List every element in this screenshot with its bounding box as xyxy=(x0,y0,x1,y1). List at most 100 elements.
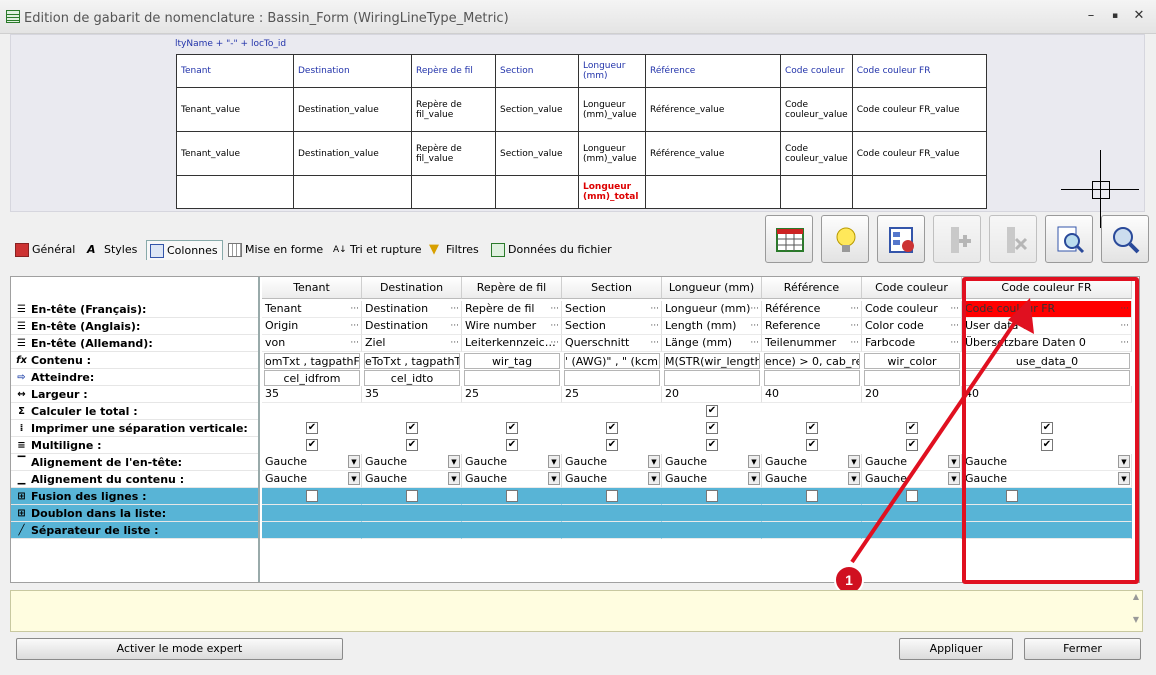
tab-styles[interactable]: A Styles xyxy=(84,240,141,260)
dropdown-align-content[interactable]: Gauche ▼ xyxy=(362,471,462,488)
preview-button[interactable] xyxy=(1045,215,1093,263)
dropdown-align-header[interactable]: Gauche ▼ xyxy=(262,454,362,471)
chevron-down-icon[interactable]: ▼ xyxy=(548,472,560,485)
dropdown-align-content[interactable]: Gauche ▼ xyxy=(662,471,762,488)
checkbox-vsep[interactable]: ✔ xyxy=(806,422,818,434)
tab-columns[interactable]: Colonnes xyxy=(146,240,223,260)
ellipsis-icon[interactable]: ··· xyxy=(450,318,459,334)
cell-header-de[interactable]: Ziel ··· xyxy=(362,335,462,352)
cell-content[interactable]: eToTxt , tagpathTo xyxy=(364,353,460,369)
checkbox-multiline[interactable]: ✔ xyxy=(806,439,818,451)
column-header[interactable]: Longueur (mm) xyxy=(662,277,762,299)
checkbox-vsep[interactable]: ✔ xyxy=(306,422,318,434)
checkbox-vsep[interactable]: ✔ xyxy=(506,422,518,434)
cell-width[interactable]: 25 xyxy=(562,386,662,403)
chevron-down-icon[interactable]: ▼ xyxy=(348,455,360,468)
ellipsis-icon[interactable]: ··· xyxy=(750,318,759,334)
cell-width[interactable]: 35 xyxy=(362,386,462,403)
dropdown-align-header[interactable]: Gauche ▼ xyxy=(662,454,762,471)
cell-content[interactable]: omTxt , tagpathFrom xyxy=(264,353,360,369)
chevron-down-icon[interactable]: ▼ xyxy=(748,472,760,485)
tab-layout[interactable]: Mise en forme xyxy=(225,240,327,260)
cell-header-de[interactable]: Länge (mm) ··· xyxy=(662,335,762,352)
cell-width[interactable]: 35 xyxy=(262,386,362,403)
checkbox-multiline[interactable]: ✔ xyxy=(406,439,418,451)
chevron-down-icon[interactable]: ▼ xyxy=(448,472,460,485)
dropdown-align-content[interactable]: Gauche ▼ xyxy=(262,471,362,488)
cell-header-en[interactable]: Origin ··· xyxy=(262,318,362,335)
cell-header-en[interactable]: Wire number ··· xyxy=(462,318,562,335)
cell-header-fr[interactable]: Longueur (mm) ··· xyxy=(662,301,762,318)
cell-content[interactable]: M(STR(wir_length, 1 xyxy=(664,353,760,369)
checkbox-multiline[interactable]: ✔ xyxy=(706,439,718,451)
chevron-down-icon[interactable]: ▼ xyxy=(348,472,360,485)
checkbox-vsep[interactable]: ✔ xyxy=(406,422,418,434)
table-view-button[interactable] xyxy=(765,215,813,263)
cell-content[interactable]: wir_tag xyxy=(464,353,560,369)
column-header[interactable]: Repère de fil xyxy=(462,277,562,299)
cell-header-de[interactable]: Querschnitt ··· xyxy=(562,335,662,352)
close-icon[interactable]: ✕ xyxy=(1130,8,1148,24)
tab-filters[interactable]: ▼ Filtres xyxy=(426,240,483,260)
cell-header-de[interactable]: Leiterkennzeic… ··· xyxy=(462,335,562,352)
cell-header-en[interactable]: Section ··· xyxy=(562,318,662,335)
tab-sort[interactable]: A↓ Tri et rupture xyxy=(330,240,426,260)
cell-width[interactable]: 25 xyxy=(462,386,562,403)
tips-button[interactable] xyxy=(821,215,869,263)
checkbox-multiline[interactable]: ✔ xyxy=(606,439,618,451)
checkbox-vsep[interactable]: ✔ xyxy=(606,422,618,434)
apply-button[interactable]: Appliquer xyxy=(899,638,1013,660)
cell-header-fr[interactable]: Tenant ··· xyxy=(262,301,362,318)
column-settings-button[interactable] xyxy=(877,215,925,263)
ellipsis-icon[interactable]: ··· xyxy=(750,301,759,317)
ellipsis-icon[interactable]: ··· xyxy=(650,301,659,317)
checkbox-multiline[interactable]: ✔ xyxy=(506,439,518,451)
zoom-button[interactable] xyxy=(1101,215,1149,263)
checkbox-merge[interactable] xyxy=(406,490,418,502)
ellipsis-icon[interactable]: ··· xyxy=(450,301,459,317)
checkbox-merge[interactable] xyxy=(506,490,518,502)
checkbox-merge[interactable] xyxy=(306,490,318,502)
checkbox-merge[interactable] xyxy=(706,490,718,502)
expert-mode-button[interactable]: Activer le mode expert xyxy=(16,638,343,660)
tab-general[interactable]: Général xyxy=(12,240,79,260)
minimize-icon[interactable]: – xyxy=(1082,8,1100,24)
cell-header-fr[interactable]: Destination ··· xyxy=(362,301,462,318)
chevron-down-icon[interactable]: ▼ xyxy=(448,455,460,468)
cell-width[interactable]: 20 xyxy=(662,386,762,403)
ellipsis-icon[interactable]: ··· xyxy=(350,335,359,351)
ellipsis-icon[interactable]: ··· xyxy=(550,301,559,317)
ellipsis-icon[interactable]: ··· xyxy=(550,335,559,351)
ellipsis-icon[interactable]: ··· xyxy=(550,318,559,334)
column-header[interactable]: Section xyxy=(562,277,662,299)
chevron-down-icon[interactable]: ▼ xyxy=(648,472,660,485)
cell-header-en[interactable]: Length (mm) ··· xyxy=(662,318,762,335)
chevron-down-icon[interactable]: ▼ xyxy=(748,455,760,468)
cell-reach[interactable] xyxy=(664,370,760,386)
checkbox-vsep[interactable]: ✔ xyxy=(706,422,718,434)
chevron-down-icon[interactable]: ▼ xyxy=(648,455,660,468)
checkbox-total[interactable]: ✔ xyxy=(706,405,718,417)
dropdown-align-content[interactable]: Gauche ▼ xyxy=(462,471,562,488)
maximize-icon[interactable]: ▪ xyxy=(1106,8,1124,24)
close-button[interactable]: Fermer xyxy=(1024,638,1141,660)
cell-header-de[interactable]: von ··· xyxy=(262,335,362,352)
chevron-down-icon[interactable]: ▼ xyxy=(548,455,560,468)
dropdown-align-content[interactable]: Gauche ▼ xyxy=(562,471,662,488)
cell-header-fr[interactable]: Repère de fil ··· xyxy=(462,301,562,318)
ellipsis-icon[interactable]: ··· xyxy=(350,301,359,317)
checkbox-merge[interactable] xyxy=(806,490,818,502)
cell-reach[interactable] xyxy=(464,370,560,386)
ellipsis-icon[interactable]: ··· xyxy=(650,318,659,334)
message-scrollbar[interactable]: ▲ ▼ xyxy=(1130,590,1142,632)
column-header[interactable]: Destination xyxy=(362,277,462,299)
ellipsis-icon[interactable]: ··· xyxy=(450,335,459,351)
checkbox-merge[interactable] xyxy=(606,490,618,502)
ellipsis-icon[interactable]: ··· xyxy=(750,335,759,351)
dropdown-align-header[interactable]: Gauche ▼ xyxy=(562,454,662,471)
cell-reach[interactable]: cel_idfrom xyxy=(264,370,360,386)
cell-reach[interactable]: cel_idto xyxy=(364,370,460,386)
ellipsis-icon[interactable]: ··· xyxy=(650,335,659,351)
dropdown-align-header[interactable]: Gauche ▼ xyxy=(462,454,562,471)
cell-content[interactable]: ' (AWG)" , " (kcmil)" xyxy=(564,353,660,369)
